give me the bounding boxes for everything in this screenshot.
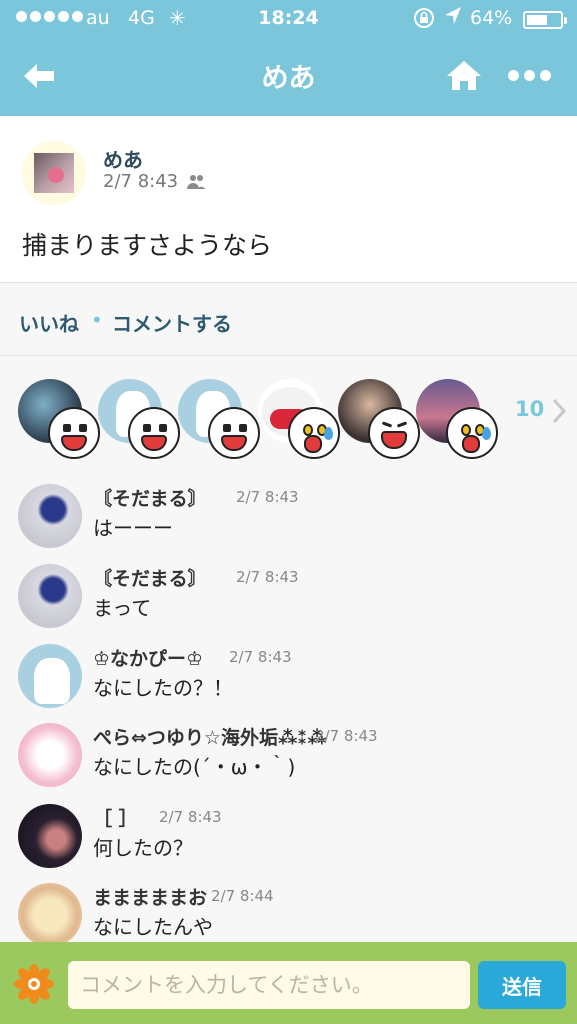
post-actions: いいね • コメントする xyxy=(0,284,577,356)
comment-timestamp: 2/7 8:43 xyxy=(236,488,299,506)
comment-timestamp: 2/7 8:43 xyxy=(159,808,222,826)
commenter-avatar[interactable] xyxy=(18,723,82,787)
friends-visibility-icon xyxy=(186,174,206,190)
page-title: めあ xyxy=(261,63,316,94)
crying-emoji-icon xyxy=(128,407,180,459)
post-timestamp: 2/7 8:43 xyxy=(103,171,179,192)
post-body: 捕まりますさようなら xyxy=(22,231,273,260)
commenter-avatar[interactable] xyxy=(18,484,82,548)
comment-item[interactable]: ぺら⇔つゆり☆海外垢⁂⁑⁂ 2/7 8:43 なにしたの(´・ω・｀) xyxy=(0,717,577,797)
comment-timestamp: 2/7 8:43 xyxy=(315,727,378,745)
post-author-name[interactable]: めあ xyxy=(103,144,143,173)
comment-item[interactable]: 〘そだまる〙 2/7 8:43 まって xyxy=(0,558,577,638)
top-bar: au 4G ✳ 18:24 64% めあ xyxy=(0,0,577,116)
comment-timestamp: 2/7 8:43 xyxy=(236,568,299,586)
battery-percent: 64% xyxy=(470,7,513,29)
chevron-right-icon[interactable] xyxy=(549,397,569,425)
sticker-flower-icon[interactable] xyxy=(14,964,54,1004)
post-author-avatar[interactable] xyxy=(22,141,86,205)
liker-avatar[interactable] xyxy=(338,379,420,459)
back-button[interactable] xyxy=(20,56,60,96)
laughing-emoji-icon xyxy=(368,407,420,459)
crying-emoji-icon xyxy=(208,407,260,459)
comment-input[interactable] xyxy=(68,961,470,1009)
likers-count[interactable]: 10 xyxy=(515,397,544,421)
comment-text: なにしたんや xyxy=(93,915,213,939)
home-button[interactable] xyxy=(444,56,484,96)
send-button[interactable]: 送信 xyxy=(478,961,566,1009)
post-meta: 2/7 8:43 xyxy=(103,171,206,192)
comment-text: まって xyxy=(93,596,152,620)
comment-timestamp: 2/7 8:43 xyxy=(229,648,292,666)
commenter-name[interactable]: 〘そだまる〙 xyxy=(93,564,207,591)
shocked-emoji-icon xyxy=(288,407,340,459)
liker-avatar[interactable] xyxy=(258,379,340,459)
commenter-name[interactable]: 〘そだまる〙 xyxy=(93,484,207,511)
battery-icon xyxy=(523,11,567,29)
status-bar: au 4G ✳ 18:24 64% xyxy=(0,0,577,38)
commenter-avatar[interactable] xyxy=(18,564,82,628)
liker-avatar[interactable] xyxy=(18,379,100,459)
commenter-name[interactable]: まままままお xyxy=(93,883,207,910)
rotation-lock-icon xyxy=(413,7,435,34)
comment-timestamp: 2/7 8:44 xyxy=(211,887,274,905)
crying-emoji-icon xyxy=(48,407,100,459)
comment-text: はーーー xyxy=(93,516,173,540)
comment-text: なにしたの？！ xyxy=(93,676,233,700)
likers-row[interactable]: 10 xyxy=(0,357,577,469)
comment-item[interactable]: ［ ］ 2/7 8:43 何したの？ xyxy=(0,798,577,878)
commenter-avatar[interactable] xyxy=(18,644,82,708)
like-button[interactable]: いいね xyxy=(19,308,79,337)
commenter-name[interactable]: ♔なかぴー♔ xyxy=(93,644,203,671)
shocked-emoji-icon xyxy=(446,407,498,459)
comment-item[interactable]: 〘そだまる〙 2/7 8:43 はーーー xyxy=(0,478,577,558)
commenter-avatar[interactable] xyxy=(18,883,82,947)
more-options-button[interactable] xyxy=(508,66,552,84)
commenter-name[interactable]: ぺら⇔つゆり☆海外垢⁂⁑⁂ xyxy=(93,723,327,750)
liker-avatar[interactable] xyxy=(98,379,180,459)
post-card: めあ 2/7 8:43 捕まりますさようなら xyxy=(0,116,577,283)
liker-avatar[interactable] xyxy=(416,379,498,459)
comment-text: なにしたの(´・ω・｀) xyxy=(93,755,296,779)
liker-avatar[interactable] xyxy=(178,379,260,459)
commenter-name[interactable]: ［ ］ xyxy=(93,804,138,831)
location-arrow-icon xyxy=(443,5,463,33)
comment-text: 何したの？ xyxy=(93,836,193,860)
action-separator: • xyxy=(91,308,103,332)
comment-input-bar: 送信 xyxy=(0,942,577,1024)
comment-item[interactable]: ♔なかぴー♔ 2/7 8:43 なにしたの？！ xyxy=(0,638,577,718)
comment-button[interactable]: コメントする xyxy=(112,308,232,337)
commenter-avatar[interactable] xyxy=(18,804,82,868)
